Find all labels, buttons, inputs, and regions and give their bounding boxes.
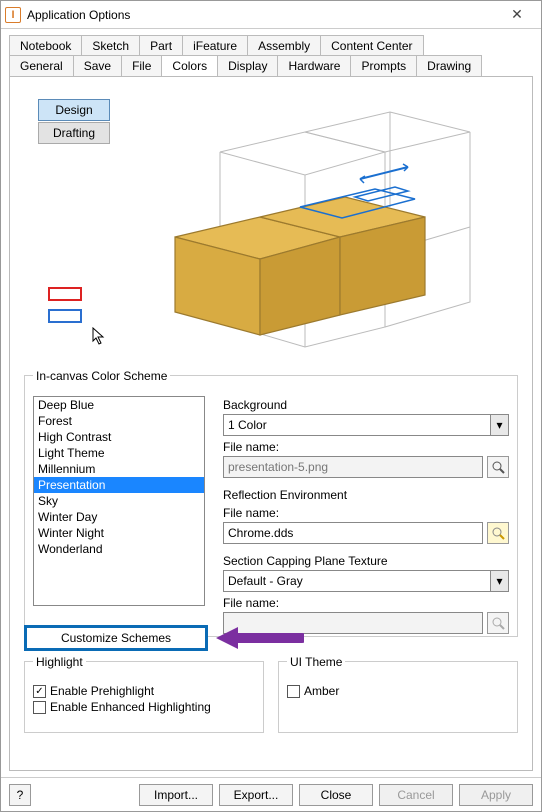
uitheme-fieldset: UI Theme Amber [278, 661, 518, 733]
scheme-legend: In-canvas Color Scheme [33, 369, 170, 383]
bg-file-label: File name: [223, 440, 509, 454]
section-browse-button[interactable] [487, 612, 509, 634]
section-file-label: File name: [223, 596, 509, 610]
scheme-item-deep-blue[interactable]: Deep Blue [34, 397, 204, 413]
tab-content-colors: Design Drafting [9, 76, 533, 771]
browse-icon [491, 460, 505, 474]
highlight-legend: Highlight [33, 655, 86, 669]
options-dialog: I Application Options ✕ NotebookSketchPa… [0, 0, 542, 812]
refl-browse-button[interactable] [487, 522, 509, 544]
prehighlight-checkbox[interactable]: ✓ Enable Prehighlight [33, 684, 255, 698]
tab-content-center[interactable]: Content Center [320, 35, 423, 56]
section-combo[interactable]: Default - Gray ▾ [223, 570, 509, 592]
export-button[interactable]: Export... [219, 784, 293, 806]
reflection-label: Reflection Environment [223, 488, 509, 502]
cancel-button[interactable]: Cancel [379, 784, 453, 806]
close-button[interactable]: Close [299, 784, 373, 806]
drafting-mode-button[interactable]: Drafting [38, 122, 110, 144]
scheme-item-forest[interactable]: Forest [34, 413, 204, 429]
mode-toggle: Design Drafting [38, 99, 110, 145]
bg-browse-button[interactable] [487, 456, 509, 478]
background-label: Background [223, 398, 509, 412]
highlight-fieldset: Highlight ✓ Enable Prehighlight Enable E… [24, 661, 264, 733]
tab-display[interactable]: Display [217, 55, 278, 76]
red-swatch[interactable] [48, 287, 82, 301]
scheme-item-winter-night[interactable]: Winter Night [34, 525, 204, 541]
browse-icon [491, 616, 505, 630]
scheme-item-millennium[interactable]: Millennium [34, 461, 204, 477]
color-swatches [48, 287, 82, 331]
scheme-listbox[interactable]: Deep BlueForestHigh ContrastLight ThemeM… [33, 396, 205, 606]
design-mode-button[interactable]: Design [38, 99, 110, 121]
scheme-item-high-contrast[interactable]: High Contrast [34, 429, 204, 445]
scheme-item-winter-day[interactable]: Winter Day [34, 509, 204, 525]
scheme-item-sky[interactable]: Sky [34, 493, 204, 509]
background-combo[interactable]: 1 Color ▾ [223, 414, 509, 436]
tab-part[interactable]: Part [139, 35, 183, 56]
tab-file[interactable]: File [121, 55, 162, 76]
tab-assembly[interactable]: Assembly [247, 35, 321, 56]
titlebar: I Application Options ✕ [1, 1, 541, 29]
tab-ifeature[interactable]: iFeature [182, 35, 248, 56]
annotation-arrow-icon [214, 625, 304, 651]
scheme-fieldset: In-canvas Color Scheme Deep BlueForestHi… [24, 375, 518, 637]
cursor-icon [92, 327, 108, 350]
window-title: Application Options [27, 8, 497, 22]
refl-file-input[interactable]: Chrome.dds [223, 522, 483, 544]
enhanced-highlight-checkbox[interactable]: Enable Enhanced Highlighting [33, 700, 255, 714]
tab-drawing[interactable]: Drawing [416, 55, 482, 76]
help-button[interactable]: ? [9, 784, 31, 806]
tab-save[interactable]: Save [73, 55, 122, 76]
browse-icon [491, 526, 505, 540]
scheme-item-presentation[interactable]: Presentation [34, 477, 204, 493]
section-label: Section Capping Plane Texture [223, 554, 509, 568]
dialog-button-bar: ? Import... Export... Close Cancel Apply [1, 777, 541, 811]
close-button[interactable]: ✕ [497, 6, 537, 23]
uitheme-legend: UI Theme [287, 655, 345, 669]
import-button[interactable]: Import... [139, 784, 213, 806]
apply-button[interactable]: Apply [459, 784, 533, 806]
refl-file-label: File name: [223, 506, 509, 520]
tab-colors[interactable]: Colors [161, 55, 218, 76]
tab-notebook[interactable]: Notebook [9, 35, 82, 56]
app-icon: I [5, 7, 21, 23]
tab-general[interactable]: General [9, 55, 74, 76]
tab-sketch[interactable]: Sketch [81, 35, 140, 56]
tab-prompts[interactable]: Prompts [350, 55, 417, 76]
blue-swatch[interactable] [48, 309, 82, 323]
chevron-down-icon[interactable]: ▾ [491, 414, 509, 436]
bg-file-input[interactable]: presentation-5.png [223, 456, 483, 478]
customize-schemes-button[interactable]: Customize Schemes [24, 625, 208, 651]
scheme-item-wonderland[interactable]: Wonderland [34, 541, 204, 557]
amber-checkbox[interactable]: Amber [287, 684, 509, 698]
tab-container: NotebookSketchPartiFeatureAssemblyConten… [1, 29, 541, 77]
preview-3d [150, 97, 520, 357]
scheme-item-light-theme[interactable]: Light Theme [34, 445, 204, 461]
chevron-down-icon[interactable]: ▾ [491, 570, 509, 592]
tab-hardware[interactable]: Hardware [277, 55, 351, 76]
